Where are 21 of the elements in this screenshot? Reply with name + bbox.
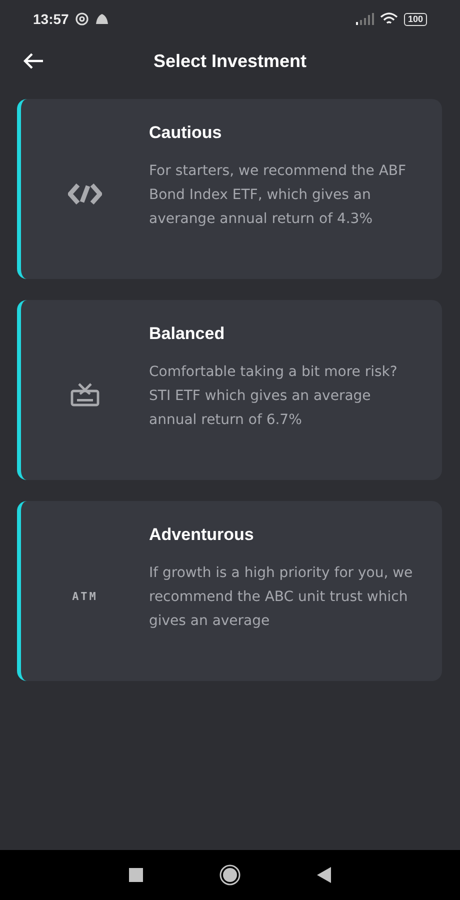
atm-icon: ATM	[72, 590, 98, 602]
signal-icon	[356, 13, 374, 25]
gift-box-icon	[70, 383, 100, 407]
investment-option-card[interactable]: Balanced Comfortable taking a bit more risk? STI ETF which gives an average annual return of 6.7%	[17, 300, 442, 480]
option-description: Comfortable taking a bit more risk? STI ETF which gives an average annual return of 6.7%	[149, 363, 398, 430]
option-description: If growth is a high priority for you, we recommend the ABC unit trust which gives an average	[149, 564, 414, 631]
option-description: For starters, we recommend the ABF Bond Index ETF, which gives an averange annual return of 4.3%	[149, 162, 408, 229]
home-button[interactable]	[219, 864, 241, 886]
option-title: Balanced	[149, 324, 226, 344]
sync-icon	[74, 12, 89, 26]
wifi-icon	[380, 12, 398, 26]
clock: 13:57	[33, 11, 69, 27]
option-title: Adventurous	[149, 525, 255, 545]
investment-option-card[interactable]: Cautious For starters, we recommend the ABF Bond Index ETF, which gives an averange annual return of 4.3%	[17, 99, 442, 279]
battery-icon: 100	[404, 12, 427, 26]
page-title: Select Investment	[153, 50, 307, 72]
back-button[interactable]	[22, 52, 44, 70]
investment-option-card[interactable]: ATM Adventurous If growth is a high priority for you, we recommend the ABC unit trust which gives an average	[17, 501, 442, 681]
code-icon	[68, 183, 102, 205]
back-nav-button[interactable]	[317, 867, 331, 883]
option-title: Cautious	[149, 123, 223, 143]
